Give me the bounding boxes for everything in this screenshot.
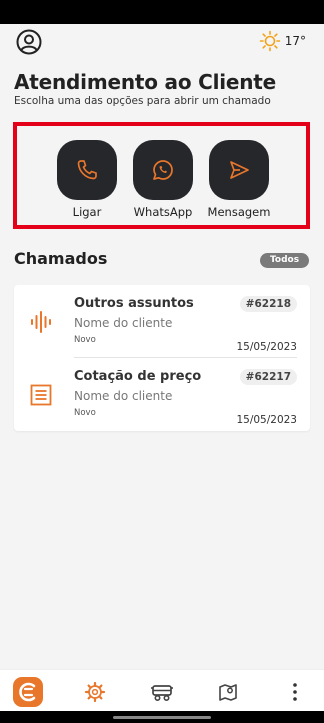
audio-wave-icon: [31, 311, 51, 333]
whatsapp-icon: [153, 160, 173, 180]
status-bar: [0, 0, 324, 24]
message-label: Mensagem: [207, 205, 271, 219]
tickets-title: Chamados: [14, 249, 108, 268]
sun-icon: [259, 30, 281, 52]
top-bar: 17°: [0, 24, 324, 60]
ticket-date: 15/05/2023: [236, 414, 297, 426]
ticket-status: Novo: [74, 335, 96, 345]
call-label: Ligar: [72, 205, 102, 219]
temperature: 17°: [284, 34, 306, 48]
ticket-item[interactable]: Outros assuntos Nome do cliente Novo #62…: [14, 285, 310, 358]
filter-all-button[interactable]: Todos: [260, 253, 309, 268]
ticket-number: #62217: [239, 369, 297, 385]
whatsapp-button[interactable]: [133, 140, 193, 200]
ticket-number: #62218: [239, 296, 297, 312]
settings-gear-icon[interactable]: [80, 677, 110, 707]
system-navigation-bar: [0, 711, 324, 723]
call-option[interactable]: Ligar: [49, 140, 125, 219]
page-title: Atendimento ao Cliente: [14, 70, 277, 94]
tickets-list: Outros assuntos Nome do cliente Novo #62…: [14, 285, 310, 431]
vehicle-icon[interactable]: [147, 677, 177, 707]
ticket-subject: Cotação de preço: [74, 369, 202, 384]
more-vert-icon[interactable]: [280, 677, 310, 707]
app-logo-icon[interactable]: [13, 677, 43, 707]
ticket-subject: Outros assuntos: [74, 296, 194, 311]
home-indicator[interactable]: [113, 716, 211, 719]
document-list-icon: [30, 384, 52, 406]
ticket-date: 15/05/2023: [236, 341, 297, 353]
ticket-item[interactable]: Cotação de preço Nome do cliente Novo #6…: [14, 358, 310, 431]
whatsapp-option[interactable]: WhatsApp: [125, 140, 201, 219]
ticket-status: Novo: [74, 408, 96, 418]
map-pin-icon[interactable]: [213, 677, 243, 707]
whatsapp-label: WhatsApp: [133, 205, 193, 219]
phone-icon: [77, 160, 97, 180]
weather-widget: 17°: [259, 30, 306, 52]
message-button[interactable]: [209, 140, 269, 200]
contact-options: Ligar WhatsApp Mensagem: [13, 122, 310, 229]
message-option[interactable]: Mensagem: [201, 140, 277, 219]
user-avatar-icon[interactable]: [16, 29, 42, 55]
call-button[interactable]: [57, 140, 117, 200]
send-icon: [230, 161, 249, 179]
bottom-navigation: [0, 669, 324, 711]
page-subtitle: Escolha uma das opções para abrir um cha…: [14, 95, 271, 107]
ticket-client: Nome do cliente: [74, 316, 173, 330]
ticket-client: Nome do cliente: [74, 389, 173, 403]
